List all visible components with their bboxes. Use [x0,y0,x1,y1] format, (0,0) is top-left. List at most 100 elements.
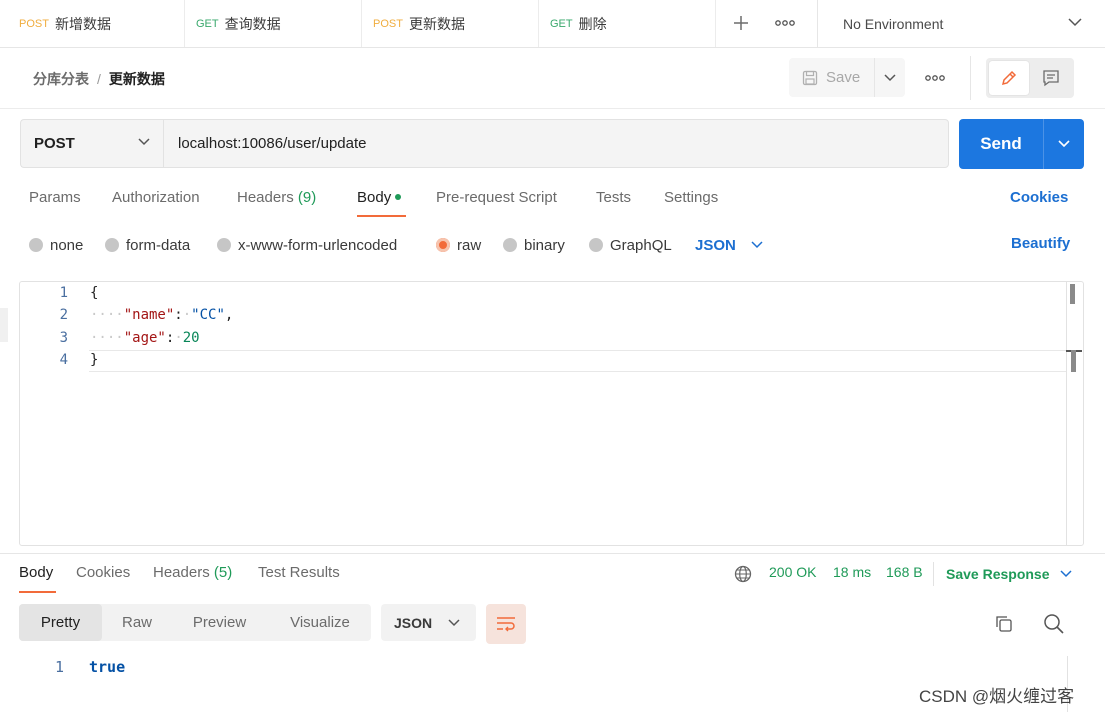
response-value: true [89,658,126,676]
tab-authorization[interactable]: Authorization [112,189,200,209]
pencil-icon [1001,70,1017,86]
colon: : [174,307,183,323]
status-code[interactable]: 200 OK [769,564,816,584]
tab-params[interactable]: Params [29,189,81,209]
body-editor[interactable]: 1 2 3 4 { ····"name":·"CC", ····"age":·2… [19,281,1084,546]
method-select[interactable]: POST [20,119,164,168]
url-input[interactable]: localhost:10086/user/update [163,119,949,168]
save-button[interactable]: Save [789,58,875,97]
radio-graphql[interactable]: GraphQL [589,235,672,255]
headers-count: (5) [213,564,233,581]
radio-label: binary [524,236,565,254]
line-number: 2 [59,307,68,323]
tab-settings[interactable]: Settings [664,189,718,209]
toolbar-divider [970,56,971,100]
view-pretty[interactable]: Pretty [19,604,102,641]
panel-edge [0,308,8,342]
modified-dot [395,194,402,200]
breadcrumb-parent[interactable]: 分库分表 [33,69,89,89]
headers-count: (9) [297,189,317,206]
editor-scroll-track[interactable] [1066,282,1067,545]
comma: , [224,307,234,323]
line-number: 3 [59,330,68,346]
url-value: localhost:10086/user/update [178,135,367,152]
tab-tests[interactable]: Tests [596,189,631,209]
divider [0,108,1105,109]
brace: } [90,352,99,368]
editor-scrollbar-thumb[interactable] [1070,284,1075,304]
tab-post-update[interactable]: POST 更新数据 [362,0,539,47]
radio-binary[interactable]: binary [503,235,565,255]
response-format-select[interactable]: JSON [381,604,476,641]
radio-circle [503,238,517,252]
response-size[interactable]: 168 B [886,564,923,584]
body-format-select[interactable]: JSON [695,235,763,255]
json-key: "name" [123,307,175,323]
new-tab-button[interactable] [727,10,755,36]
wrap-lines-button[interactable] [486,604,526,644]
method-label: POST [19,17,49,30]
line-number: 4 [59,352,68,368]
search-icon[interactable] [1043,613,1065,635]
save-label: Save [826,69,861,86]
tab-get-query[interactable]: GET 查询数据 [185,0,362,47]
copy-icon[interactable] [994,614,1014,634]
active-tab-indicator [357,215,406,217]
view-preview[interactable]: Preview [182,604,257,641]
chevron-down-icon [751,241,763,249]
brace: { [90,285,99,301]
code-line: ····"age":·20 [90,330,200,346]
tab-headers[interactable]: Headers (9) [237,189,316,209]
save-button-group: Save [789,58,905,97]
save-options-button[interactable] [875,58,905,97]
edit-mode-button[interactable] [989,61,1029,95]
environment-selector[interactable]: No Environment [817,0,1105,47]
tab-options-button[interactable] [771,10,799,36]
response-tab-test-results[interactable]: Test Results [258,564,340,584]
method-label: GET [196,17,219,30]
save-response-label: Save Response [946,566,1050,582]
response-tab-cookies[interactable]: Cookies [76,564,130,584]
tab-post-create[interactable]: POST 新增数据 [8,0,185,47]
indent-marker: ···· [90,330,124,346]
watermark: CSDN @烟火缠过客 [919,687,1075,706]
tab-body[interactable]: Body [357,189,402,209]
response-view-switcher: Pretty Raw Preview Visualize [19,604,371,641]
save-icon [802,70,818,85]
globe-icon[interactable] [734,565,752,583]
json-key: "age" [123,330,166,346]
radio-raw[interactable]: raw [436,235,481,255]
chevron-down-icon [1059,570,1072,578]
indent-marker: ···· [90,307,124,323]
tab-title: 更新数据 [408,15,465,32]
tab-get-delete[interactable]: GET 删除 [539,0,716,47]
save-response-button[interactable]: Save Response [946,564,1072,584]
method-value: POST [34,135,75,152]
tab-title: 查询数据 [224,15,281,32]
radio-form-data[interactable]: form-data [105,235,190,255]
view-visualize[interactable]: Visualize [278,604,362,641]
send-button[interactable]: Send [959,119,1044,169]
response-tab-body[interactable]: Body [19,564,53,584]
radio-none[interactable]: none [29,235,83,255]
breadcrumb-current[interactable]: 更新数据 [109,69,165,89]
view-raw[interactable]: Raw [112,604,162,641]
tab-title: 删除 [578,15,607,32]
format-label: JSON [394,614,433,631]
plus-icon [734,16,748,30]
cookies-link[interactable]: Cookies [1010,189,1068,209]
comments-mode-button[interactable] [1031,61,1071,95]
response-tab-headers[interactable]: Headers (5) [153,564,232,584]
tab-prerequest-script[interactable]: Pre-request Script [436,189,557,209]
code-line: ····"name":·"CC", [90,307,233,323]
response-time[interactable]: 18 ms [833,564,871,584]
request-options-button[interactable] [921,66,949,90]
radio-urlencoded[interactable]: x-www-form-urlencoded [217,235,397,255]
request-tab-bar: POST 新增数据 GET 查询数据 POST 更新数据 GET 删除 No E… [0,0,1105,48]
beautify-link[interactable]: Beautify [1011,235,1070,255]
active-tab-indicator [19,591,56,593]
method-label: GET [550,17,573,30]
send-options-button[interactable] [1044,119,1084,169]
chevron-down-icon [138,138,150,146]
line-number: 1 [54,658,64,676]
